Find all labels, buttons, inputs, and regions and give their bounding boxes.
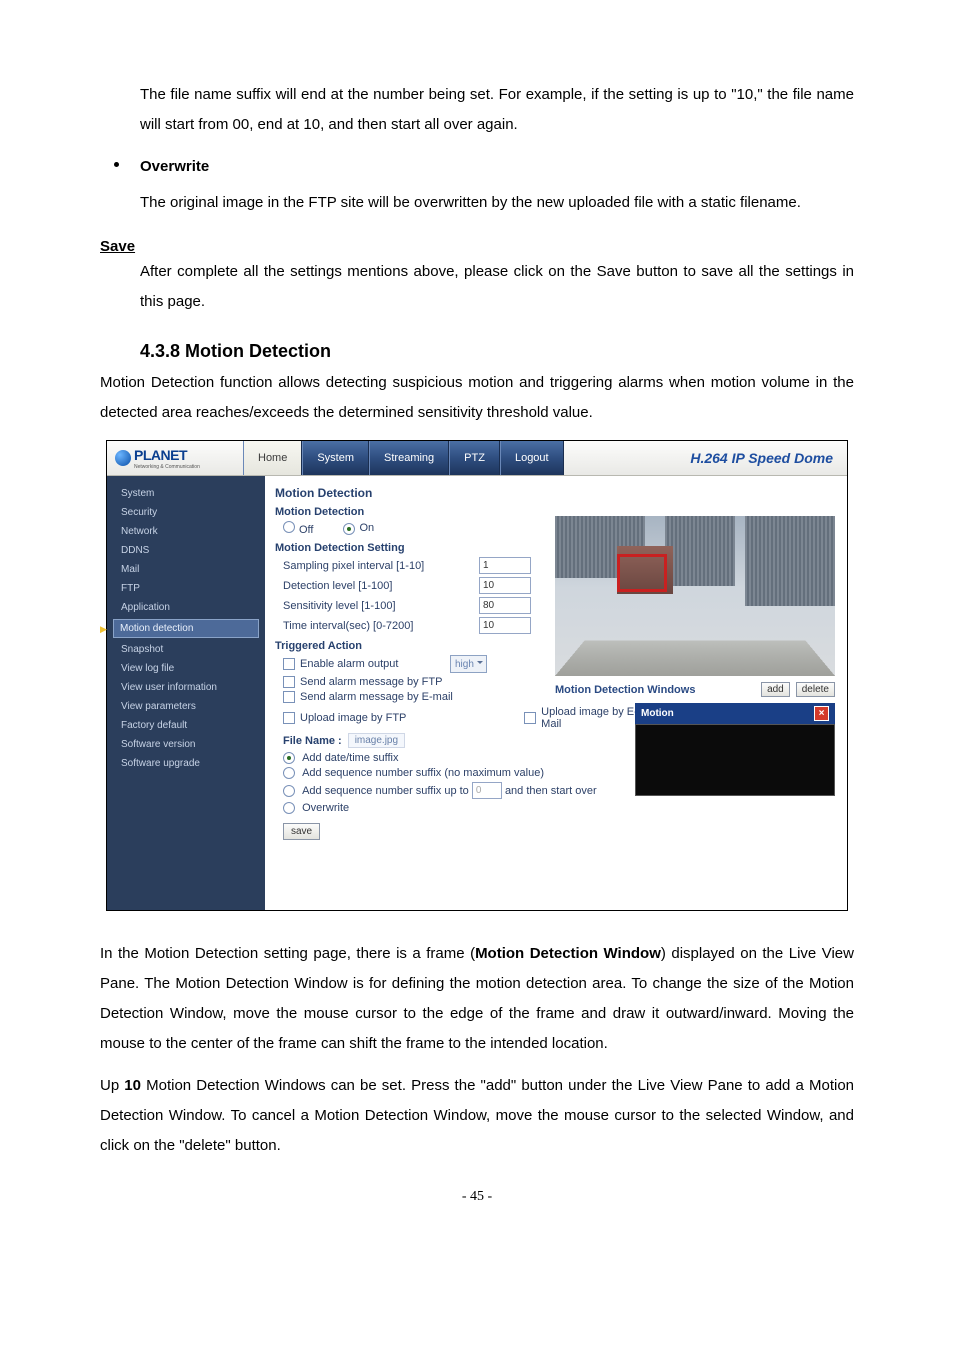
embedded-screenshot: PLANET Networking & Communication Home S… [106,440,848,911]
nav-system[interactable]: System [302,441,369,475]
sidebar-item-motion-detection[interactable]: ▶Motion detection [113,619,259,638]
label-email-msg: Send alarm message by E-mail [300,691,453,703]
bullet-overwrite: Overwrite [100,152,854,182]
checkbox-email-msg[interactable] [283,691,295,703]
sidebar-item-label: Motion detection [120,623,193,634]
label-add-seq-nomax: Add sequence number suffix (no maximum v… [302,767,544,779]
label-time-interval: Time interval(sec) [0-7200] [283,620,479,632]
close-icon[interactable]: × [814,706,829,721]
radio-add-seq-upto[interactable] [283,785,295,797]
motion-panel-title: Motion [641,708,674,719]
input-sensitivity[interactable] [479,597,531,614]
label-overwrite: Overwrite [302,802,349,814]
radio-label: Off [299,524,313,536]
save-button[interactable]: save [283,823,320,840]
paragraph: Up 10 Motion Detection Windows can be se… [100,1071,854,1161]
text: Motion Detection Windows can be set. Pre… [100,1077,854,1154]
sidebar-item-security[interactable]: Security [107,503,265,522]
sidebar-item-system[interactable]: System [107,484,265,503]
sidebar-item-view-parameters[interactable]: View parameters [107,697,265,716]
text-bold: 10 [124,1077,141,1094]
label-sampling: Sampling pixel interval [1-10] [283,560,479,572]
sidebar-item-software-version[interactable]: Software version [107,735,265,754]
sidebar-item-view-log[interactable]: View log file [107,659,265,678]
filename-label: File Name : [283,735,342,747]
checkbox-upload-email[interactable] [524,712,536,724]
sidebar-item-ftp[interactable]: FTP [107,579,265,598]
live-view[interactable] [555,516,835,676]
right-pane: Motion Detection Windows add delete Moti… [555,516,835,796]
logo-text: PLANET [134,447,200,463]
input-seq-upto[interactable] [472,782,502,799]
heading-save: Save [100,238,854,255]
add-button[interactable]: add [761,682,790,697]
label-upload-ftp: Upload image by FTP [300,712,524,724]
sidebar-item-network[interactable]: Network [107,522,265,541]
globe-icon [115,450,131,466]
label-add-datetime: Add date/time suffix [302,752,398,764]
sidebar-item-view-user-info[interactable]: View user information [107,678,265,697]
select-alarm-level[interactable]: high [450,655,487,673]
checkbox-upload-ftp[interactable] [283,712,295,724]
motion-panel-body [635,724,835,796]
sidebar-item-software-upgrade[interactable]: Software upgrade [107,754,265,773]
nav-ptz[interactable]: PTZ [449,441,500,475]
radio-off[interactable]: Off [283,521,313,536]
sidebar: System Security Network DDNS Mail FTP Ap… [107,476,265,910]
nav-logout[interactable]: Logout [500,441,564,475]
sidebar-item-factory-default[interactable]: Factory default [107,716,265,735]
radio-on[interactable]: On [343,522,374,535]
motion-panel-header: Motion × [635,703,835,724]
label-enable-alarm: Enable alarm output [300,658,450,670]
motion-detection-box[interactable] [617,554,667,592]
text: In the Motion Detection setting page, th… [100,945,475,962]
radio-add-datetime[interactable] [283,752,295,764]
brand-title: H.264 IP Speed Dome [564,450,847,466]
checkbox-ftp-msg[interactable] [283,676,295,688]
content-title: Motion Detection [275,486,655,500]
delete-button[interactable]: delete [796,682,835,697]
radio-add-seq-nomax[interactable] [283,767,295,779]
radio-overwrite[interactable] [283,802,295,814]
sidebar-item-mail[interactable]: Mail [107,560,265,579]
nav-home[interactable]: Home [243,441,302,475]
logo-subtext: Networking & Communication [134,464,200,470]
top-nav: PLANET Networking & Communication Home S… [107,441,847,476]
bullet-dot [114,162,119,167]
section-number: 4.3.8 Motion Detection [140,341,854,362]
label-sensitivity: Sensitivity level [1-100] [283,600,479,612]
text-bold: Motion Detection Window [475,945,661,962]
active-marker-icon: ▶ [100,624,107,635]
paragraph: Motion Detection function allows detecti… [100,368,854,428]
radio-label: On [359,522,374,534]
paragraph: The file name suffix will end at the num… [100,80,854,140]
input-detection-level[interactable] [479,577,531,594]
label-detection-level: Detection level [1-100] [283,580,479,592]
label-ftp-msg: Send alarm message by FTP [300,676,442,688]
text: Up [100,1077,124,1094]
paragraph: The original image in the FTP site will … [100,188,854,218]
paragraph: In the Motion Detection setting page, th… [100,939,854,1059]
bullet-label: Overwrite [140,158,209,175]
nav-streaming[interactable]: Streaming [369,441,449,475]
sidebar-item-ddns[interactable]: DDNS [107,541,265,560]
input-sampling[interactable] [479,557,531,574]
label-add-seq-upto-a: Add sequence number suffix up to [302,785,469,797]
sidebar-item-snapshot[interactable]: Snapshot [107,640,265,659]
md-windows-label: Motion Detection Windows [555,684,695,696]
input-time-interval[interactable] [479,617,531,634]
filename-value[interactable]: image.jpg [348,733,405,748]
content-pane: Motion Detection Motion Detection Off On… [265,476,847,910]
sidebar-item-application[interactable]: Application [107,598,265,617]
paragraph: After complete all the settings mentions… [100,257,854,317]
page-number: - 45 - [100,1189,854,1205]
brand-logo: PLANET Networking & Communication [107,447,243,470]
checkbox-enable-alarm[interactable] [283,658,295,670]
